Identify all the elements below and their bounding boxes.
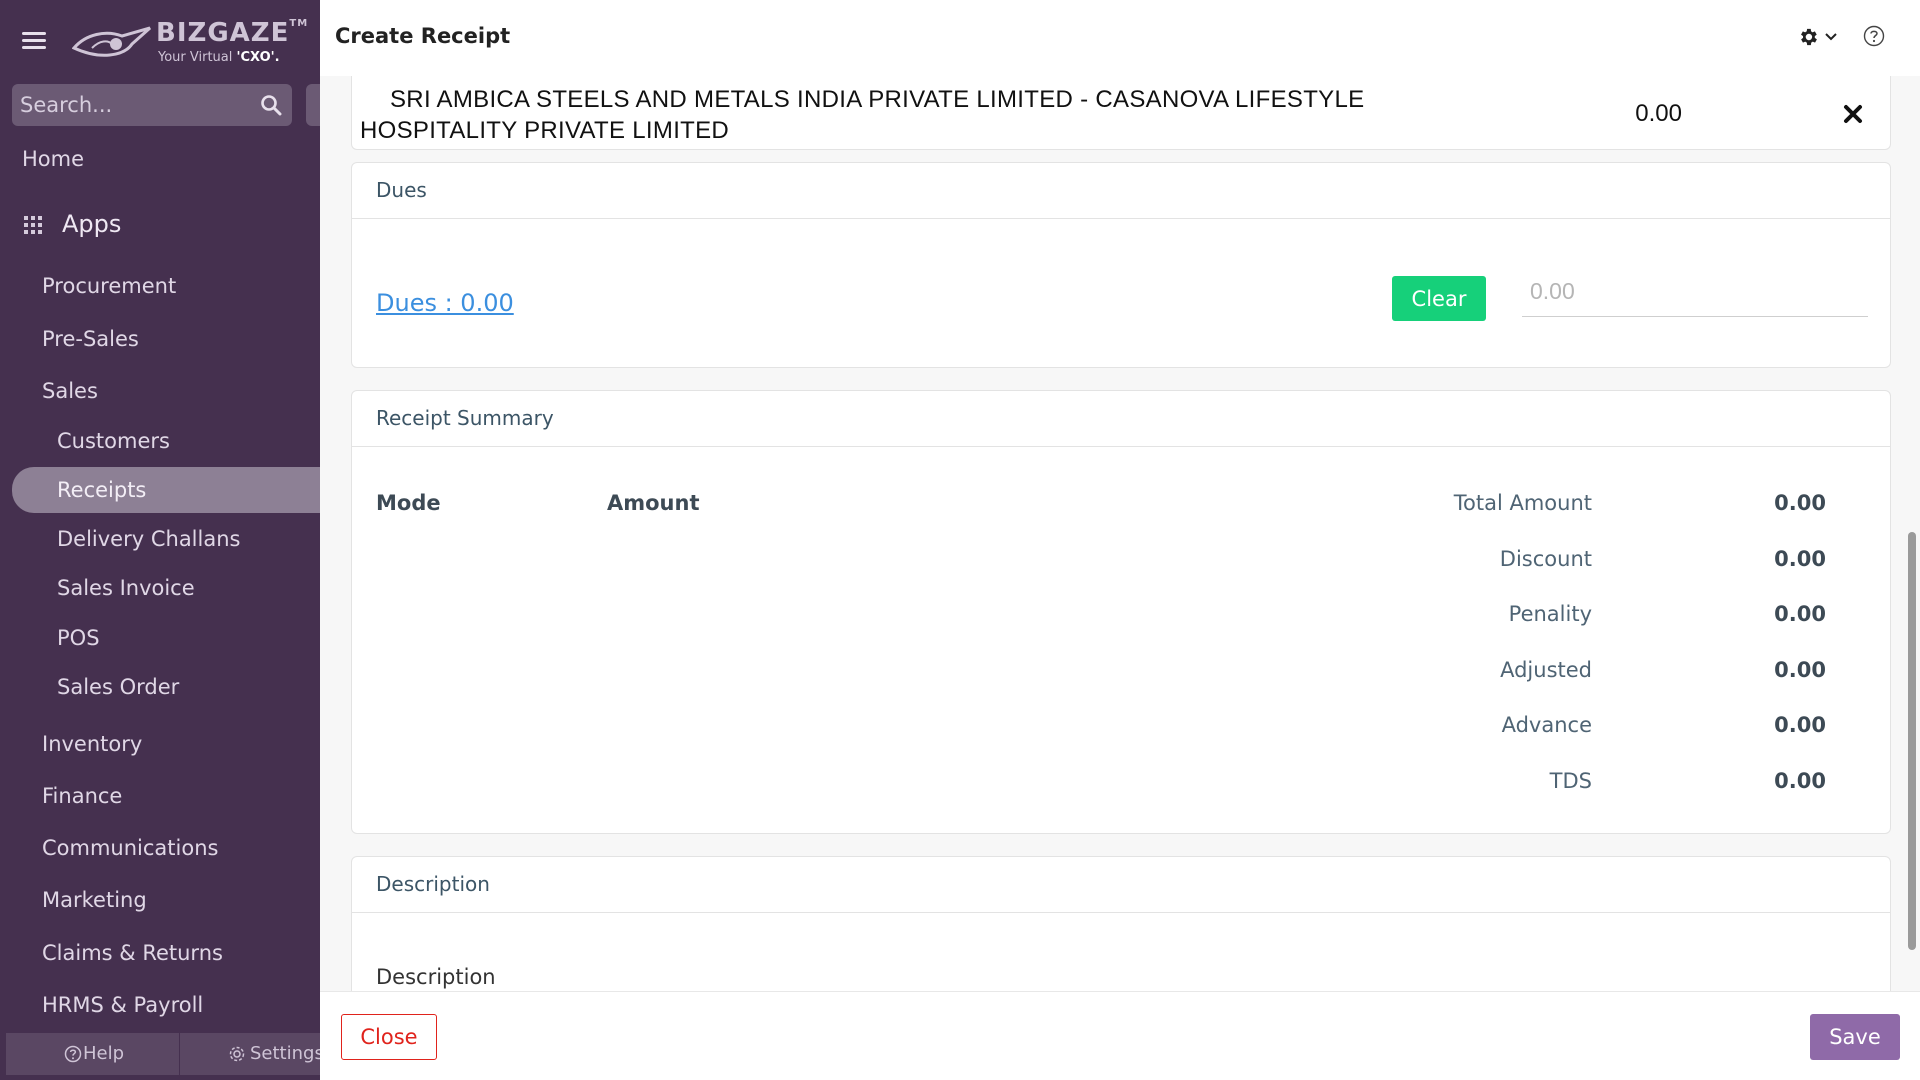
sidebar-item-inventory[interactable]: Inventory	[0, 724, 320, 764]
brand-logo[interactable]: BIZGAZETM Your Virtual 'CXO'.	[72, 18, 307, 68]
sidebar-item-hrms-payroll[interactable]: HRMS & Payroll	[0, 985, 320, 1025]
amount-column-header: Amount	[607, 491, 700, 515]
party-row: SRI AMBICA STEELS AND METALS INDIA PRIVA…	[351, 76, 1891, 150]
sidebar-item-communications[interactable]: Communications	[0, 828, 320, 868]
settings-button[interactable]: Settings	[182, 1033, 320, 1075]
page-header: Create Receipt	[320, 0, 1920, 76]
sidebar-header: BIZGAZETM Your Virtual 'CXO'.	[0, 0, 320, 80]
chevron-down-icon[interactable]	[1824, 32, 1838, 42]
dues-title: Dues	[376, 178, 427, 202]
description-header: Description	[352, 857, 1890, 913]
main-panel: Create Receipt SRI AMBICA STEELS AND MET…	[320, 0, 1920, 1080]
description-title: Description	[376, 872, 490, 896]
dues-header: Dues	[352, 163, 1890, 219]
dues-amount-input[interactable]	[1522, 267, 1868, 317]
party-name: SRI AMBICA STEELS AND METALS INDIA PRIVA…	[360, 86, 1365, 144]
summary-label-advance: Advance	[1501, 713, 1592, 737]
sidebar-item-label: Apps	[62, 210, 122, 238]
brand-name: BIZGAZETM	[156, 18, 309, 48]
sidebar-item-presales[interactable]: Pre-Sales	[0, 319, 320, 359]
sidebar-footer: Help Settings	[6, 1033, 320, 1075]
page-title: Create Receipt	[335, 24, 511, 48]
sidebar-item-pos[interactable]: POS	[0, 618, 320, 658]
summary-label-penality: Penality	[1508, 602, 1592, 626]
question-circle-icon[interactable]	[1863, 25, 1885, 47]
summary-value-adjusted: 0.00	[1774, 658, 1826, 682]
search-icon[interactable]	[260, 94, 282, 116]
form-footer: Close Save	[320, 991, 1920, 1080]
receipt-summary-header: Receipt Summary	[352, 391, 1890, 447]
sidebar-search	[12, 84, 292, 126]
sidebar-item-sales-order[interactable]: Sales Order	[0, 667, 320, 707]
close-icon[interactable]	[1842, 103, 1864, 125]
form-content: SRI AMBICA STEELS AND METALS INDIA PRIVA…	[320, 76, 1920, 991]
brand-tagline: Your Virtual 'CXO'.	[158, 50, 280, 65]
sidebar-item-procurement[interactable]: Procurement	[0, 266, 320, 306]
summary-value-penality: 0.00	[1774, 602, 1826, 626]
sidebar-item-apps[interactable]: Apps	[0, 204, 320, 244]
summary-value-discount: 0.00	[1774, 547, 1826, 571]
sidebar-item-sales-invoice[interactable]: Sales Invoice	[0, 568, 320, 608]
sidebar-item-finance[interactable]: Finance	[0, 776, 320, 816]
receipt-summary-title: Receipt Summary	[376, 406, 554, 430]
gear-icon[interactable]	[1797, 26, 1819, 48]
sidebar-item-delivery-challans[interactable]: Delivery Challans	[0, 519, 320, 559]
summary-value-total-amount: 0.00	[1774, 491, 1826, 515]
help-button[interactable]: Help	[6, 1033, 180, 1075]
summary-label-adjusted: Adjusted	[1500, 658, 1592, 682]
logo-icon	[72, 26, 151, 57]
summary-value-advance: 0.00	[1774, 713, 1826, 737]
summary-label-discount: Discount	[1499, 547, 1592, 571]
sidebar-item-home[interactable]: Home	[0, 139, 320, 179]
sidebar-item-receipts[interactable]: Receipts	[12, 467, 320, 513]
description-section: Description Description	[351, 856, 1891, 991]
description-field-label: Description	[376, 965, 496, 989]
apps-grid-icon	[24, 216, 44, 236]
dues-link[interactable]: Dues : 0.00	[376, 289, 514, 317]
mode-column-header: Mode	[376, 491, 441, 515]
party-amount: 0.00	[1635, 100, 1682, 127]
sidebar-item-sales[interactable]: Sales	[0, 371, 320, 411]
settings-icon	[229, 1046, 245, 1062]
summary-value-tds: 0.00	[1774, 769, 1826, 793]
menu-icon[interactable]	[22, 30, 46, 50]
summary-label-tds: TDS	[1549, 769, 1592, 793]
save-button[interactable]: Save	[1810, 1014, 1900, 1060]
summary-label-total-amount: Total Amount	[1453, 491, 1592, 515]
dues-section: Dues Dues : 0.00 Clear	[351, 162, 1891, 368]
search-input[interactable]	[12, 84, 252, 126]
receipt-summary-section: Receipt Summary Mode Amount Total Amount…	[351, 390, 1891, 834]
sidebar: BIZGAZETM Your Virtual 'CXO'. Home Apps …	[0, 0, 320, 1080]
sidebar-item-claims-returns[interactable]: Claims & Returns	[0, 933, 320, 973]
sidebar-item-customers[interactable]: Customers	[0, 421, 320, 461]
search-side-tab[interactable]	[306, 84, 320, 126]
sidebar-item-marketing[interactable]: Marketing	[0, 880, 320, 920]
clear-button[interactable]: Clear	[1392, 276, 1486, 321]
close-button[interactable]: Close	[341, 1014, 437, 1060]
help-icon	[64, 1045, 82, 1063]
content-scrollbar[interactable]	[1908, 532, 1916, 950]
